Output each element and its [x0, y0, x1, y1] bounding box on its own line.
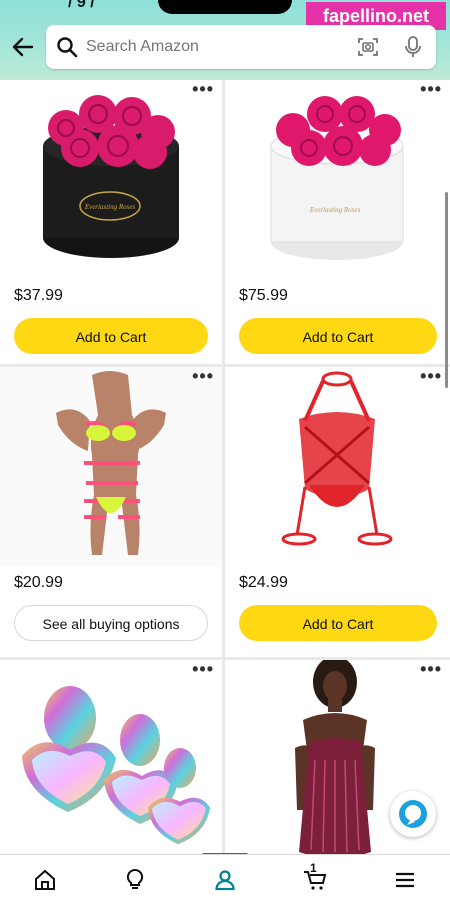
search-bar[interactable]: [46, 25, 436, 69]
microphone-icon[interactable]: [403, 35, 423, 59]
add-to-cart-button[interactable]: Add to Cart: [239, 318, 437, 354]
nav-cart[interactable]: 1: [270, 855, 360, 905]
back-arrow-icon[interactable]: [10, 34, 36, 60]
status-time: / 9 /: [68, 0, 95, 11]
home-icon: [35, 869, 55, 890]
product-card[interactable]: ••• $24.99 Add to Cart: [225, 367, 450, 657]
more-options-icon[interactable]: •••: [420, 660, 442, 678]
product-card[interactable]: Everlasting Roses ••• $75.99 Add to Cart: [225, 80, 450, 364]
product-image-jeweled-plug-set[interactable]: [0, 660, 222, 854]
more-options-icon[interactable]: •••: [192, 80, 214, 98]
nav-menu[interactable]: [360, 855, 450, 905]
price: $20.99: [14, 574, 63, 591]
product-card[interactable]: Everlasting Roses ••• $37.99 Add to Cart: [0, 80, 222, 364]
product-image-black-rose-box[interactable]: Everlasting Roses: [0, 80, 222, 280]
more-options-icon[interactable]: •••: [420, 367, 442, 385]
camera-scan-icon[interactable]: [357, 36, 379, 58]
account-icon: [215, 870, 235, 891]
see-all-buying-options-button[interactable]: See all buying options: [14, 605, 208, 641]
price: $75.99: [239, 287, 288, 304]
more-options-icon[interactable]: •••: [420, 80, 442, 98]
app-header: / 9 / fapellino.net: [0, 0, 450, 80]
price: $37.99: [14, 287, 63, 304]
nav-home[interactable]: [0, 855, 90, 905]
scrollbar[interactable]: [445, 192, 448, 388]
nav-inspire[interactable]: [90, 855, 180, 905]
more-options-icon[interactable]: •••: [192, 367, 214, 385]
product-card[interactable]: ••• $20.99 See all buying options: [0, 367, 222, 657]
product-image-neon-lingerie-set[interactable]: [0, 367, 222, 567]
alexa-button[interactable]: [390, 791, 436, 837]
add-to-cart-button[interactable]: Add to Cart: [14, 318, 208, 354]
bottom-navigation: 1: [0, 854, 450, 905]
price: $24.99: [239, 574, 288, 591]
product-grid: Everlasting Roses ••• $37.99 Add to Cart…: [0, 80, 450, 854]
cart-count-badge: 1: [310, 861, 317, 875]
lightbulb-icon: [126, 868, 144, 889]
product-image-white-rose-box[interactable]: Everlasting Roses: [225, 80, 450, 280]
nav-account[interactable]: [180, 855, 270, 905]
search-input[interactable]: [86, 25, 336, 69]
alexa-icon: [399, 800, 427, 828]
search-icon[interactable]: [56, 36, 78, 58]
menu-icon: [396, 872, 414, 888]
add-to-cart-button[interactable]: Add to Cart: [239, 605, 437, 641]
product-card[interactable]: •••: [0, 660, 222, 854]
box-label-text: Everlasting Roses: [84, 203, 136, 211]
camera-notch: [158, 0, 292, 14]
more-options-icon[interactable]: •••: [192, 660, 214, 678]
product-image-red-harness-lingerie[interactable]: [225, 367, 450, 567]
box-label-text: Everlasting Roses: [309, 206, 361, 214]
